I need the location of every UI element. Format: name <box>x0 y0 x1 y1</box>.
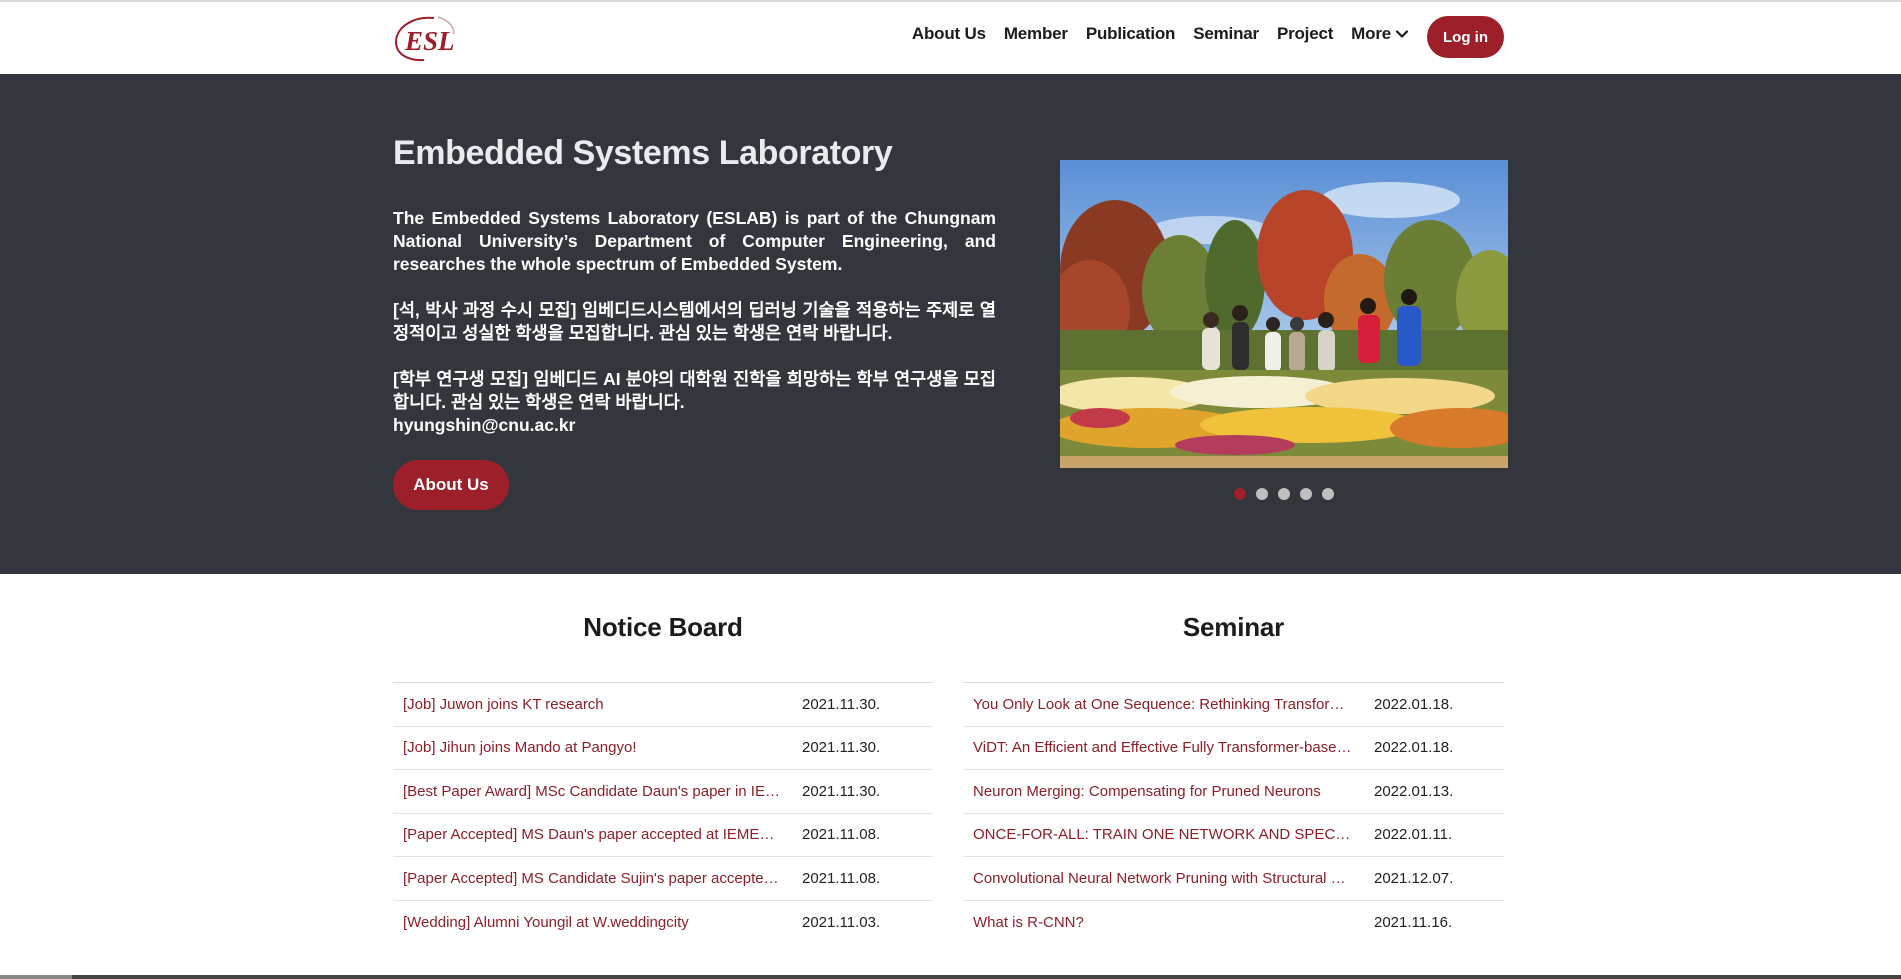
chevron-down-icon <box>1395 30 1409 38</box>
carousel-image[interactable] <box>1060 160 1508 468</box>
carousel-dot-5[interactable] <box>1322 488 1334 500</box>
seminar-item-date: 2022.01.11. <box>1374 826 1453 844</box>
login-button[interactable]: Log in <box>1427 16 1504 58</box>
list-item[interactable]: [Job] Juwon joins KT research 2021.11.30… <box>393 683 933 727</box>
notice-board: Notice Board [Job] Juwon joins KT resear… <box>393 612 933 944</box>
hero-recruit-undergrad: [학부 연구생 모집] 임베디드 AI 분야의 대학원 진학을 희망하는 학부 … <box>393 369 996 412</box>
notice-item-date: 2021.11.03. <box>802 913 881 931</box>
notice-item-title[interactable]: [Wedding] Alumni Youngil at W.weddingcit… <box>393 914 780 931</box>
notice-item-title[interactable]: [Job] Juwon joins KT research <box>393 696 780 713</box>
nav-publication[interactable]: Publication <box>1086 24 1176 44</box>
nav-more-label: More <box>1351 24 1391 43</box>
list-item[interactable]: ViDT: An Efficient and Effective Fully T… <box>963 727 1504 770</box>
list-item[interactable]: ONCE-FOR-ALL: TRAIN ONE NETWORK AND SPEC… <box>963 814 1504 857</box>
notice-item-date: 2021.11.08. <box>802 869 881 887</box>
list-item[interactable]: [Best Paper Award] MSc Candidate Daun's … <box>393 770 933 814</box>
list-item[interactable]: You Only Look at One Sequence: Rethinkin… <box>963 683 1504 727</box>
notice-item-title[interactable]: [Paper Accepted] MS Candidate Sujin's pa… <box>393 870 780 887</box>
list-item[interactable]: Neuron Merging: Compensating for Pruned … <box>963 770 1504 814</box>
notice-item-title[interactable]: [Paper Accepted] MS Daun's paper accepte… <box>393 826 780 843</box>
hero-recruit-graduate: [석, 박사 과정 수시 모집] 임베디드시스템에서의 딥러닝 기술을 적용하는… <box>393 300 996 343</box>
navbar: ESL About Us Member Publication Seminar … <box>0 2 1901 74</box>
hero-title: Embedded Systems Laboratory <box>393 134 893 172</box>
notice-list: [Job] Juwon joins KT research 2021.11.30… <box>393 682 933 944</box>
about-us-button[interactable]: About Us <box>393 460 509 510</box>
notice-item-title[interactable]: [Best Paper Award] MSc Candidate Daun's … <box>393 783 780 800</box>
list-item[interactable]: [Paper Accepted] MS Candidate Sujin's pa… <box>393 857 933 901</box>
hero-description: The Embedded Systems Laboratory (ESLAB) … <box>393 207 996 437</box>
seminar-item-title[interactable]: Convolutional Neural Network Pruning wit… <box>963 870 1352 887</box>
carousel-dot-4[interactable] <box>1300 488 1312 500</box>
nav-member[interactable]: Member <box>1004 24 1068 44</box>
list-item[interactable]: What is R-CNN? 2021.11.16. <box>963 901 1504 945</box>
seminar-item-date: 2021.12.07. <box>1374 869 1454 887</box>
list-item[interactable]: [Wedding] Alumni Youngil at W.weddingcit… <box>393 901 933 945</box>
notice-item-date: 2021.11.30. <box>802 782 881 800</box>
hero-section: Embedded Systems Laboratory The Embedded… <box>0 74 1901 574</box>
list-item[interactable]: [Paper Accepted] MS Daun's paper accepte… <box>393 814 933 857</box>
seminar-item-title[interactable]: What is R-CNN? <box>963 914 1352 931</box>
carousel-dot-2[interactable] <box>1256 488 1268 500</box>
main-nav: About Us Member Publication Seminar Proj… <box>912 24 1409 44</box>
notice-item-title[interactable]: [Job] Jihun joins Mando at Pangyo! <box>393 739 780 756</box>
seminar-board-title: Seminar <box>1182 612 1285 642</box>
seminar-item-date: 2022.01.18. <box>1374 695 1454 713</box>
seminar-item-title[interactable]: ONCE-FOR-ALL: TRAIN ONE NETWORK AND SPEC… <box>963 826 1352 843</box>
bottom-edge <box>0 975 1901 979</box>
nav-more-dropdown[interactable]: More <box>1351 24 1409 44</box>
carousel-dot-3[interactable] <box>1278 488 1290 500</box>
seminar-board: Seminar You Only Look at One Sequence: R… <box>963 612 1504 944</box>
seminar-item-date: 2022.01.13. <box>1374 782 1454 800</box>
contact-email[interactable]: hyungshin@cnu.ac.kr <box>393 414 996 437</box>
notice-board-title: Notice Board <box>583 612 743 642</box>
seminar-item-title[interactable]: ViDT: An Efficient and Effective Fully T… <box>963 739 1352 756</box>
notice-item-date: 2021.11.30. <box>802 695 881 713</box>
seminar-item-title[interactable]: Neuron Merging: Compensating for Pruned … <box>963 783 1352 800</box>
carousel-dot-1[interactable] <box>1234 488 1246 500</box>
nav-about-us[interactable]: About Us <box>912 24 986 44</box>
hero-intro-paragraph: The Embedded Systems Laboratory (ESLAB) … <box>393 208 996 274</box>
seminar-item-date: 2021.11.16. <box>1374 913 1453 931</box>
bottom-edge-left <box>0 975 72 979</box>
nav-project[interactable]: Project <box>1277 24 1333 44</box>
notice-item-date: 2021.11.30. <box>802 739 881 757</box>
list-item[interactable]: [Job] Jihun joins Mando at Pangyo! 2021.… <box>393 727 933 770</box>
list-item[interactable]: Convolutional Neural Network Pruning wit… <box>963 857 1504 901</box>
notice-item-date: 2021.11.08. <box>802 826 881 844</box>
seminar-item-date: 2022.01.18. <box>1374 739 1454 757</box>
seminar-item-title[interactable]: You Only Look at One Sequence: Rethinkin… <box>963 696 1352 713</box>
carousel-indicators <box>1234 488 1334 500</box>
esl-logo[interactable]: ESL <box>394 14 460 64</box>
logo-text: ESL <box>404 26 455 56</box>
seminar-list: You Only Look at One Sequence: Rethinkin… <box>963 682 1504 944</box>
nav-seminar[interactable]: Seminar <box>1193 24 1259 44</box>
